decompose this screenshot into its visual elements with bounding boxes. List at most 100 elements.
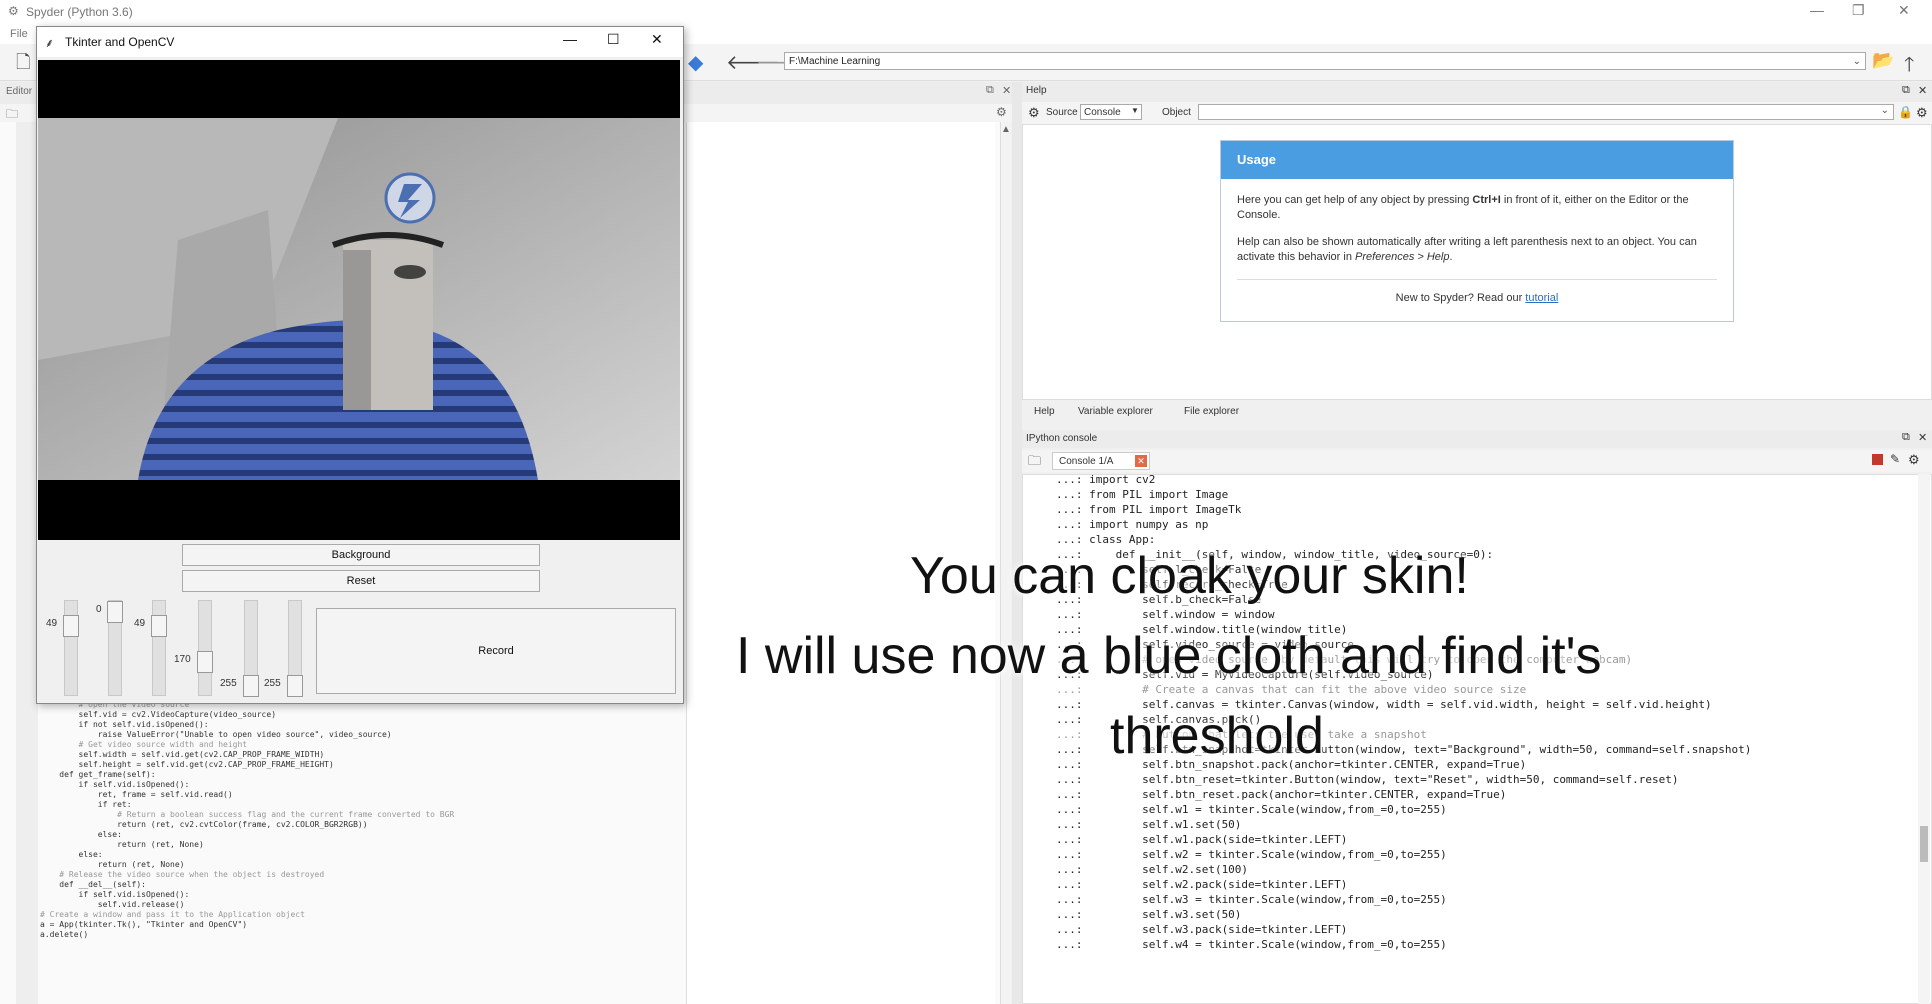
chevron-down-icon[interactable]: ⌄ — [1881, 105, 1889, 116]
shortcut-text: Ctrl+I — [1472, 194, 1501, 206]
up-arrow-icon[interactable]: 🡑 — [1904, 50, 1914, 84]
slider-thumb[interactable] — [151, 615, 167, 637]
python-icon[interactable]: ◆ — [688, 50, 703, 75]
stop-icon[interactable] — [1872, 454, 1883, 465]
gear-icon[interactable]: ⚙ — [1028, 105, 1040, 121]
editor-line: ret, frame = self.vid.read() — [40, 790, 233, 799]
subtitle-line-2: I will use now a blue cloth and find it'… — [736, 627, 1602, 685]
minimize-icon[interactable]: — — [1810, 2, 1824, 18]
new-file-icon[interactable]: 🗋 — [16, 50, 30, 80]
console-line: ...: self.w1 = tkinter.Scale(window,from… — [1056, 803, 1447, 816]
slider-thumb[interactable] — [243, 675, 259, 697]
undock-icon[interactable]: ⧉ — [1902, 84, 1910, 97]
folder-open-icon[interactable]: 📂 — [1872, 50, 1894, 71]
console-line: ...: self.w1.set(50) — [1056, 818, 1242, 831]
divider — [1237, 279, 1717, 280]
source-select[interactable]: Console ▼ — [1080, 104, 1142, 120]
editor-line: self.vid.release() — [40, 900, 185, 909]
console-line: ...: self.btn_reset=tkinter.Button(windo… — [1056, 773, 1679, 786]
maximize-icon[interactable]: ❐ — [1852, 2, 1865, 19]
threshold-slider-6[interactable] — [287, 600, 303, 697]
threshold-slider-3[interactable] — [151, 600, 167, 696]
line-number-gutter — [16, 122, 38, 1004]
console-line: ...: self.w2.pack(side=tkinter.LEFT) — [1056, 878, 1348, 891]
slider-thumb[interactable] — [287, 675, 303, 697]
subtitle-line-3: threshold — [1110, 707, 1324, 765]
options-icon[interactable]: ⚙ — [1908, 452, 1920, 468]
feather-icon: ⸙ — [45, 36, 55, 50]
editor-line: # Return a boolean success flag and the … — [40, 810, 455, 819]
video-frame — [38, 118, 680, 480]
ipython-title: IPython console — [1026, 433, 1098, 444]
editor-line: return (ret, cv2.cvtColor(frame, cv2.COL… — [40, 820, 368, 829]
usage-paragraph-2: Help can also be shown automatically aft… — [1237, 235, 1717, 265]
minimize-icon[interactable]: — — [563, 31, 577, 47]
chevron-down-icon[interactable]: ⌄ — [1853, 53, 1861, 71]
close-icon[interactable]: ✕ — [651, 31, 663, 48]
close-pane-icon[interactable]: ✕ — [1918, 431, 1927, 444]
window-titlebar: ⚙ Spyder (Python 3.6) — ❐ ✕ — [0, 0, 1932, 26]
tutorial-link[interactable]: tutorial — [1525, 292, 1558, 304]
video-canvas — [38, 60, 680, 540]
browse-tabs-icon[interactable]: 🗀 — [1028, 452, 1041, 474]
slider-thumb[interactable] — [107, 601, 123, 623]
undock-icon[interactable]: ⧉ — [986, 84, 994, 97]
console-line: ...: from PIL import Image — [1056, 488, 1229, 501]
editor-line: self.height = self.vid.get(cv2.CAP_PROP_… — [40, 760, 334, 769]
close-pane-icon[interactable]: ✕ — [1002, 84, 1011, 97]
clear-icon[interactable]: ✎ — [1890, 452, 1900, 466]
editor-line: if ret: — [40, 800, 132, 809]
preferences-path: Preferences > Help — [1355, 251, 1450, 263]
editor-line: self.width = self.vid.get(cv2.CAP_PROP_F… — [40, 750, 325, 759]
slider-thumb[interactable] — [63, 615, 79, 637]
usage-text: Here you can get help of any object by p… — [1237, 194, 1473, 206]
threshold-slider-4[interactable] — [197, 600, 213, 696]
threshold-slider-1[interactable] — [63, 600, 79, 696]
scroll-up-icon[interactable]: ▲ — [1001, 124, 1011, 135]
threshold-slider-5[interactable] — [243, 600, 259, 697]
options-icon[interactable]: ⚙ — [1916, 105, 1928, 121]
close-icon[interactable]: ✕ — [1898, 2, 1910, 19]
object-label: Object — [1162, 107, 1191, 118]
reset-button[interactable]: Reset — [182, 570, 540, 592]
working-directory-input[interactable]: F:\Machine Learning ⌄ — [784, 52, 1866, 70]
console-line: ...: from PIL import ImageTk — [1056, 503, 1242, 516]
editor-options-icon[interactable]: ⚙ — [996, 105, 1007, 119]
help-tabbar: Help Variable explorer File explorer — [1022, 402, 1932, 424]
lock-icon[interactable]: 🔒 — [1898, 105, 1913, 119]
close-pane-icon[interactable]: ✕ — [1918, 84, 1927, 97]
subtitle-line-1: You can cloak your skin! — [910, 547, 1469, 605]
console-line: ...: class App: — [1056, 533, 1156, 546]
editor-line: raise ValueError("Unable to open video s… — [40, 730, 392, 739]
undock-icon[interactable]: ⧉ — [1902, 431, 1910, 444]
tab-console[interactable]: Console 1/A ✕ — [1052, 452, 1150, 470]
tab-file-explorer[interactable]: File explorer — [1184, 406, 1239, 417]
help-title: Help — [1026, 85, 1047, 96]
record-button[interactable]: Record — [316, 608, 676, 694]
usage-panel: Usage Here you can get help of any objec… — [1220, 140, 1734, 322]
scrollbar-thumb[interactable] — [1920, 826, 1928, 862]
console-line: ...: self.w4 = tkinter.Scale(window,from… — [1056, 938, 1447, 951]
menu-file[interactable]: File — [10, 28, 28, 40]
console-line: ...: self.w3.pack(side=tkinter.LEFT) — [1056, 923, 1348, 936]
tkinter-title: Tkinter and OpenCV — [65, 35, 175, 49]
spyder-icon: ⚙ — [8, 4, 19, 18]
slider-value: 49 — [134, 618, 146, 629]
console-scrollbar[interactable] — [1918, 474, 1930, 1004]
background-button[interactable]: Background — [182, 544, 540, 566]
pane-splitter[interactable] — [1012, 82, 1022, 1004]
editor-line: if self.vid.isOpened(): — [40, 890, 190, 899]
editor-code[interactable]: # open the video source self.vid = cv2.V… — [40, 700, 500, 1004]
tab-help[interactable]: Help — [1034, 406, 1055, 417]
object-input[interactable]: ⌄ — [1198, 104, 1894, 120]
maximize-icon[interactable]: ☐ — [607, 31, 620, 48]
threshold-slider-2[interactable] — [107, 600, 123, 696]
close-tab-icon[interactable]: ✕ — [1135, 455, 1147, 467]
slider-value: 255 — [264, 678, 281, 689]
slider-thumb[interactable] — [197, 651, 213, 673]
tab-variable-explorer[interactable]: Variable explorer — [1078, 406, 1153, 417]
slider-value: 255 — [220, 678, 237, 689]
source-label: Source — [1046, 107, 1078, 118]
editor-line: else: — [40, 850, 103, 859]
slider-value: 49 — [46, 618, 58, 629]
